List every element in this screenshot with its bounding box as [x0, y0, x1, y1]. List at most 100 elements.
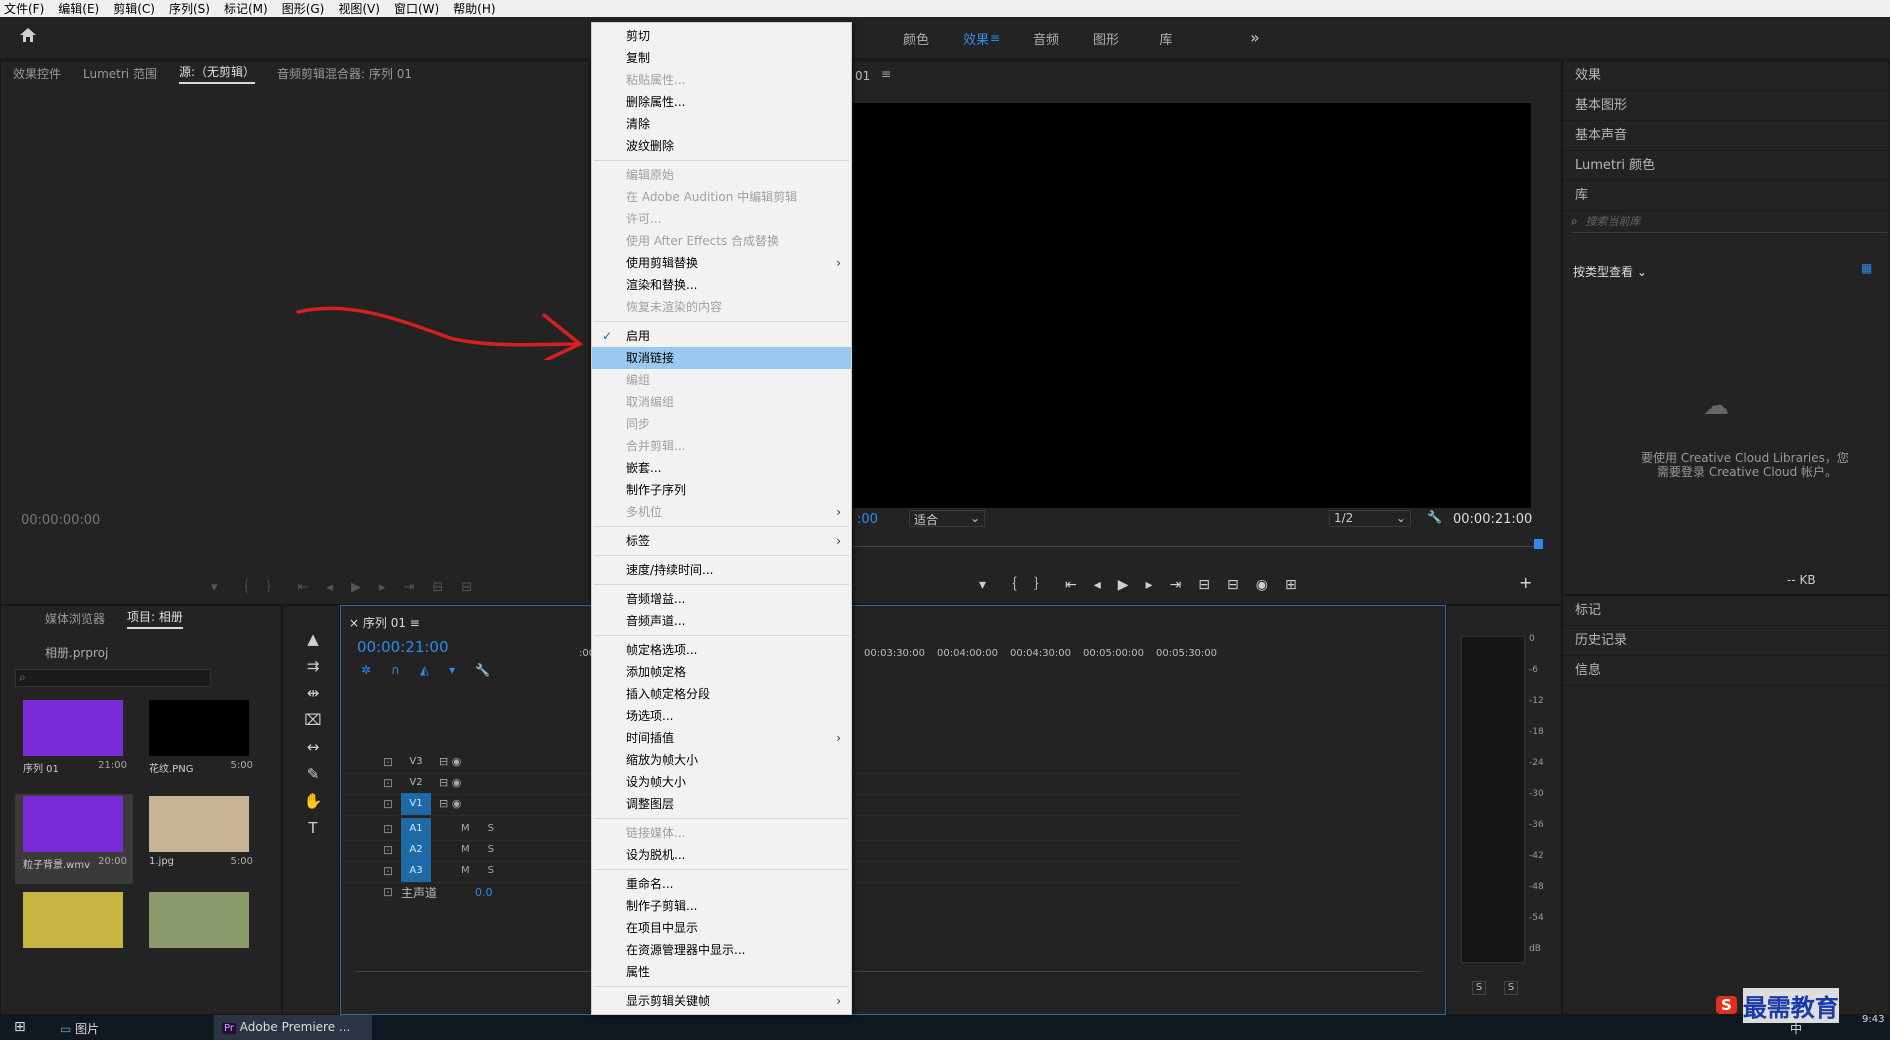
add-button-icon[interactable]: + [1519, 573, 1532, 592]
context-menu-item[interactable]: 制作子剪辑... [592, 895, 851, 917]
menu-3[interactable]: 序列(S) [169, 0, 210, 17]
right-lower-item-2[interactable]: 信息 [1563, 656, 1889, 686]
lock-icon[interactable]: ⊡ [341, 885, 401, 899]
track-label[interactable]: A3 [401, 859, 431, 882]
project-item[interactable]: 粒子背景.wmv 20:00 [15, 794, 133, 884]
context-menu-item[interactable]: 速度/持续时间... [592, 559, 851, 581]
context-menu-item[interactable]: 标签 › [592, 530, 851, 552]
project-tab-1[interactable]: 项目: 相册 [127, 608, 183, 629]
context-menu-item[interactable]: 设为帧大小 [592, 771, 851, 793]
right-panel-item-1[interactable]: 基本图形 [1563, 91, 1889, 121]
project-item[interactable]: 序列 01 21:00 [15, 698, 133, 788]
source-tab-0[interactable]: 效果控件 [13, 65, 61, 82]
taskbar-item-photos[interactable]: ▭ 图片 [60, 1020, 99, 1037]
project-tab-0[interactable]: 媒体浏览器 [45, 610, 105, 627]
context-menu-item[interactable]: 缩放为帧大小 [592, 749, 851, 771]
context-menu-item[interactable]: 帧定格选项... [592, 639, 851, 661]
track-label[interactable]: A1 [401, 817, 431, 840]
grid-view-icon[interactable]: ▦ [1861, 261, 1872, 275]
context-menu-item[interactable]: 时间插值 › [592, 727, 851, 749]
lock-icon[interactable]: ⊡ [341, 822, 401, 836]
track-label[interactable]: V2 [401, 772, 431, 794]
track-solo-button[interactable]: S [488, 865, 494, 876]
ime-indicator[interactable]: 中 [1790, 1020, 1802, 1037]
program-menu-icon[interactable]: ≡ [881, 67, 891, 81]
context-menu-item[interactable]: 添加帧定格 [592, 661, 851, 683]
menu-5[interactable]: 图形(G) [282, 0, 325, 17]
context-menu-item[interactable]: 清除 [592, 113, 851, 135]
menu-7[interactable]: 窗口(W) [394, 0, 439, 17]
context-menu-item[interactable]: 插入帧定格分段 [592, 683, 851, 705]
workspace-tab-3[interactable]: 图形 [1076, 29, 1136, 48]
track-mute-button[interactable]: M [461, 844, 470, 855]
home-icon[interactable] [18, 26, 38, 46]
track-label[interactable]: V1 [401, 792, 431, 815]
playhead-marker-icon[interactable] [1534, 539, 1543, 549]
right-lower-item-0[interactable]: 标记 [1563, 596, 1889, 626]
right-lower-item-1[interactable]: 历史记录 [1563, 626, 1889, 656]
workspace-menu-icon[interactable]: ≡ [990, 31, 1000, 45]
track-eye-icon[interactable]: ⊟ ◉ [439, 755, 461, 768]
project-item[interactable] [15, 890, 133, 980]
context-menu-item[interactable]: 在项目中显示 [592, 917, 851, 939]
project-item[interactable] [141, 890, 259, 980]
track-solo-button[interactable]: S [488, 823, 494, 834]
source-tab-3[interactable]: 音频剪辑混合器: 序列 01 [277, 65, 412, 82]
lock-icon[interactable]: ⊡ [341, 776, 401, 790]
context-menu-item[interactable]: 剪切 [592, 25, 851, 47]
right-panel-item-0[interactable]: 效果 [1563, 61, 1889, 91]
context-menu-item[interactable]: ✓ 启用 [592, 325, 851, 347]
master-value[interactable]: 0.0 [475, 886, 493, 899]
context-menu-item[interactable]: 删除属性... [592, 91, 851, 113]
context-menu-item[interactable]: 场选项... [592, 705, 851, 727]
project-item[interactable]: 1.jpg 5:00 [141, 794, 259, 884]
menu-1[interactable]: 编辑(E) [58, 0, 99, 17]
transport-controls[interactable]: ▾｛｝⇤◂▶▸⇥⊟⊟◉⊞ [979, 574, 1314, 594]
workspace-tab-2[interactable]: 音频 [1016, 29, 1076, 48]
context-menu-item[interactable]: 设为脱机... [592, 844, 851, 866]
timeline-tab[interactable]: × 序列 01 ≡ [349, 614, 420, 631]
track-solo-button[interactable]: S [488, 844, 494, 855]
context-menu-item[interactable]: 属性 [592, 961, 851, 983]
track-label[interactable]: V3 [401, 751, 431, 773]
lock-icon[interactable]: ⊡ [341, 864, 401, 878]
right-panel-item-3[interactable]: Lumetri 颜色 [1563, 151, 1889, 181]
context-menu-item[interactable]: 音频声道... [592, 610, 851, 632]
library-search[interactable]: ⌕ 搜索当前库 [1571, 213, 1887, 233]
timeline-scrollbar[interactable] [355, 971, 1423, 979]
settings-wrench-icon[interactable]: 🔧 [1427, 510, 1442, 524]
view-by-type-dropdown[interactable]: 按类型查看 ⌄ [1573, 263, 1647, 280]
track-eye-icon[interactable]: ⊟ ◉ [439, 797, 461, 810]
context-menu-item[interactable]: 制作子序列 [592, 479, 851, 501]
context-menu-item[interactable]: 复制 [592, 47, 851, 69]
menu-0[interactable]: 文件(F) [4, 0, 44, 17]
lock-icon[interactable]: ⊡ [341, 755, 401, 769]
source-tab-2[interactable]: 源:（无剪辑） [178, 63, 256, 84]
resolution-select[interactable]: 1/2 ⌄ [1329, 510, 1411, 527]
menu-6[interactable]: 视图(V) [338, 0, 380, 17]
workspace-tab-4[interactable]: 库 [1136, 29, 1196, 48]
context-menu-item[interactable]: 音频增益... [592, 588, 851, 610]
lock-icon[interactable]: ⊡ [341, 843, 401, 857]
zoom-select[interactable]: 适合 ⌄ [909, 510, 985, 527]
menu-2[interactable]: 剪辑(C) [113, 0, 155, 17]
menu-8[interactable]: 帮助(H) [453, 0, 495, 17]
track-label[interactable]: A2 [401, 838, 431, 861]
context-menu-item[interactable]: 显示剪辑关键帧 › [592, 990, 851, 1012]
workspace-tab-0[interactable]: 颜色 [886, 29, 946, 48]
tool-icons[interactable]: ▲ ⇉ ⇹ ⌧ ↔ ✎ ✋ T [301, 626, 325, 842]
right-panel-item-2[interactable]: 基本声音 [1563, 121, 1889, 151]
project-search-input[interactable]: ⌕ [15, 669, 211, 687]
program-scrubber[interactable] [853, 535, 1543, 547]
context-menu-item[interactable]: 使用剪辑替换 › [592, 252, 851, 274]
context-menu-item[interactable]: 取消链接 [592, 347, 851, 369]
right-panel-item-4[interactable]: 库 [1563, 181, 1889, 211]
context-menu-item[interactable]: 在资源管理器中显示... [592, 939, 851, 961]
track-mute-button[interactable]: M [461, 823, 470, 834]
meter-solo-button[interactable]: S [1471, 981, 1487, 995]
source-tab-1[interactable]: Lumetri 范围 [83, 65, 157, 82]
context-menu-item[interactable]: 嵌套... [592, 457, 851, 479]
track-eye-icon[interactable]: ⊟ ◉ [439, 776, 461, 789]
context-menu-item[interactable]: 调整图层 [592, 793, 851, 815]
context-menu-item[interactable]: 渲染和替换... [592, 274, 851, 296]
